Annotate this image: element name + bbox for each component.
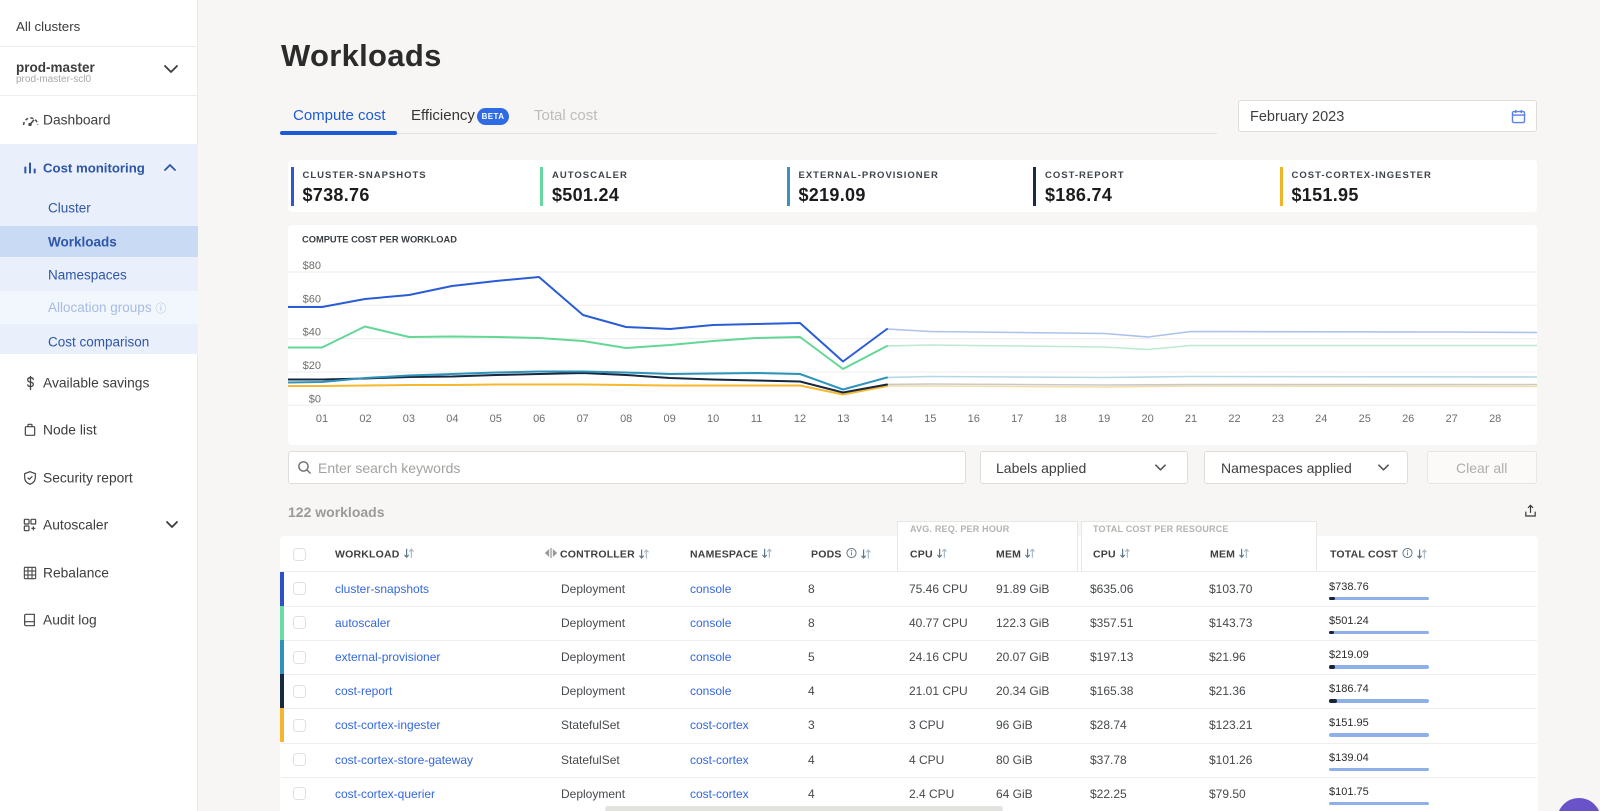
svg-text:13: 13 <box>837 413 849 425</box>
svg-text:$0: $0 <box>309 394 321 406</box>
svg-text:08: 08 <box>620 413 632 425</box>
svg-text:21: 21 <box>1185 413 1197 425</box>
svg-text:20: 20 <box>1141 413 1153 425</box>
svg-text:15: 15 <box>924 413 936 425</box>
svg-text:07: 07 <box>577 413 589 425</box>
svg-text:14: 14 <box>881 413 893 425</box>
svg-text:26: 26 <box>1402 413 1414 425</box>
svg-text:23: 23 <box>1272 413 1284 425</box>
svg-text:27: 27 <box>1446 413 1458 425</box>
svg-text:24: 24 <box>1315 413 1327 425</box>
svg-text:19: 19 <box>1098 413 1110 425</box>
svg-text:02: 02 <box>359 413 371 425</box>
svg-text:04: 04 <box>446 413 458 425</box>
svg-text:22: 22 <box>1228 413 1240 425</box>
svg-text:05: 05 <box>490 413 502 425</box>
svg-text:06: 06 <box>533 413 545 425</box>
svg-text:10: 10 <box>707 413 719 425</box>
svg-text:$40: $40 <box>303 327 321 339</box>
svg-text:16: 16 <box>968 413 980 425</box>
svg-text:25: 25 <box>1359 413 1371 425</box>
svg-text:09: 09 <box>663 413 675 425</box>
svg-text:$20: $20 <box>303 360 321 372</box>
svg-text:$60: $60 <box>303 293 321 305</box>
svg-text:18: 18 <box>1055 413 1067 425</box>
svg-text:17: 17 <box>1011 413 1023 425</box>
svg-text:$80: $80 <box>303 260 321 272</box>
svg-text:28: 28 <box>1489 413 1501 425</box>
svg-text:COMPUTE COST PER WORKLOAD: COMPUTE COST PER WORKLOAD <box>302 235 457 245</box>
svg-text:03: 03 <box>403 413 415 425</box>
svg-text:11: 11 <box>751 413 762 425</box>
svg-text:01: 01 <box>316 413 328 425</box>
svg-text:12: 12 <box>794 413 806 425</box>
